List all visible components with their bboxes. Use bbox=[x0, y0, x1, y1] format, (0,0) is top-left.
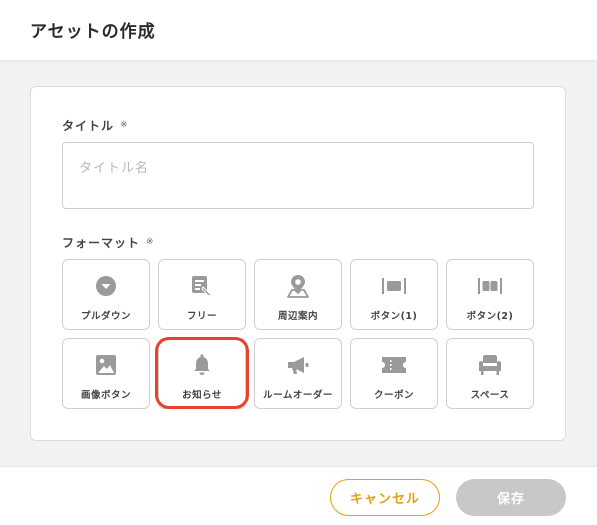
cancel-button[interactable]: キャンセル bbox=[330, 479, 440, 516]
format-option-free[interactable]: フリー bbox=[158, 259, 246, 330]
format-option-button-1[interactable]: ボタン(1) bbox=[350, 259, 438, 330]
double-button-icon bbox=[447, 274, 533, 298]
action-footer: キャンセル 保存 bbox=[0, 466, 597, 525]
ticket-icon bbox=[351, 353, 437, 377]
image-icon bbox=[63, 353, 149, 377]
format-label: プルダウン bbox=[80, 311, 131, 322]
format-option-button-2[interactable]: ボタン(2) bbox=[446, 259, 534, 330]
asset-form-card: タイトル ※ フォーマット ※ プルダウン フリー 周辺案内 ボタン(1) ボタン(… bbox=[30, 86, 566, 441]
format-option-pulldown[interactable]: プルダウン bbox=[62, 259, 150, 330]
chevron-circle-icon bbox=[63, 274, 149, 298]
format-label: 画像ボタン bbox=[80, 390, 131, 401]
map-pin-icon bbox=[255, 274, 341, 298]
format-label: ルームオーダー bbox=[263, 390, 333, 401]
format-label-text: フォーマット bbox=[62, 236, 141, 250]
format-option-image-button[interactable]: 画像ボタン bbox=[62, 338, 150, 409]
format-label: フリー bbox=[186, 311, 217, 322]
format-option-room-order[interactable]: ルームオーダー bbox=[254, 338, 342, 409]
title-input[interactable] bbox=[62, 142, 534, 209]
format-label: 周辺案内 bbox=[277, 311, 318, 322]
format-option-notice[interactable]: お知らせ bbox=[158, 338, 246, 409]
save-button[interactable]: 保存 bbox=[456, 479, 566, 516]
format-option-nearby-guide[interactable]: 周辺案内 bbox=[254, 259, 342, 330]
format-field-label: フォーマット ※ bbox=[62, 234, 155, 251]
page-header: アセットの作成 bbox=[0, 0, 597, 60]
format-label: クーポン bbox=[373, 390, 414, 401]
title-label-text: タイトル bbox=[62, 119, 115, 133]
title-field-label: タイトル ※ bbox=[62, 117, 129, 134]
format-label: ボタン(1) bbox=[370, 311, 418, 322]
format-label: スペース bbox=[470, 390, 510, 401]
armchair-icon bbox=[447, 353, 533, 377]
megaphone-icon bbox=[255, 353, 341, 377]
format-option-coupon[interactable]: クーポン bbox=[350, 338, 438, 409]
page-title: アセットの作成 bbox=[30, 22, 156, 42]
required-mark: ※ bbox=[146, 237, 155, 247]
format-option-space[interactable]: スペース bbox=[446, 338, 534, 409]
format-label: ボタン(2) bbox=[466, 311, 514, 322]
single-button-icon bbox=[351, 274, 437, 298]
format-label: お知らせ bbox=[182, 390, 222, 401]
bell-icon bbox=[159, 353, 245, 377]
free-edit-icon bbox=[159, 274, 245, 298]
required-mark: ※ bbox=[120, 120, 129, 130]
